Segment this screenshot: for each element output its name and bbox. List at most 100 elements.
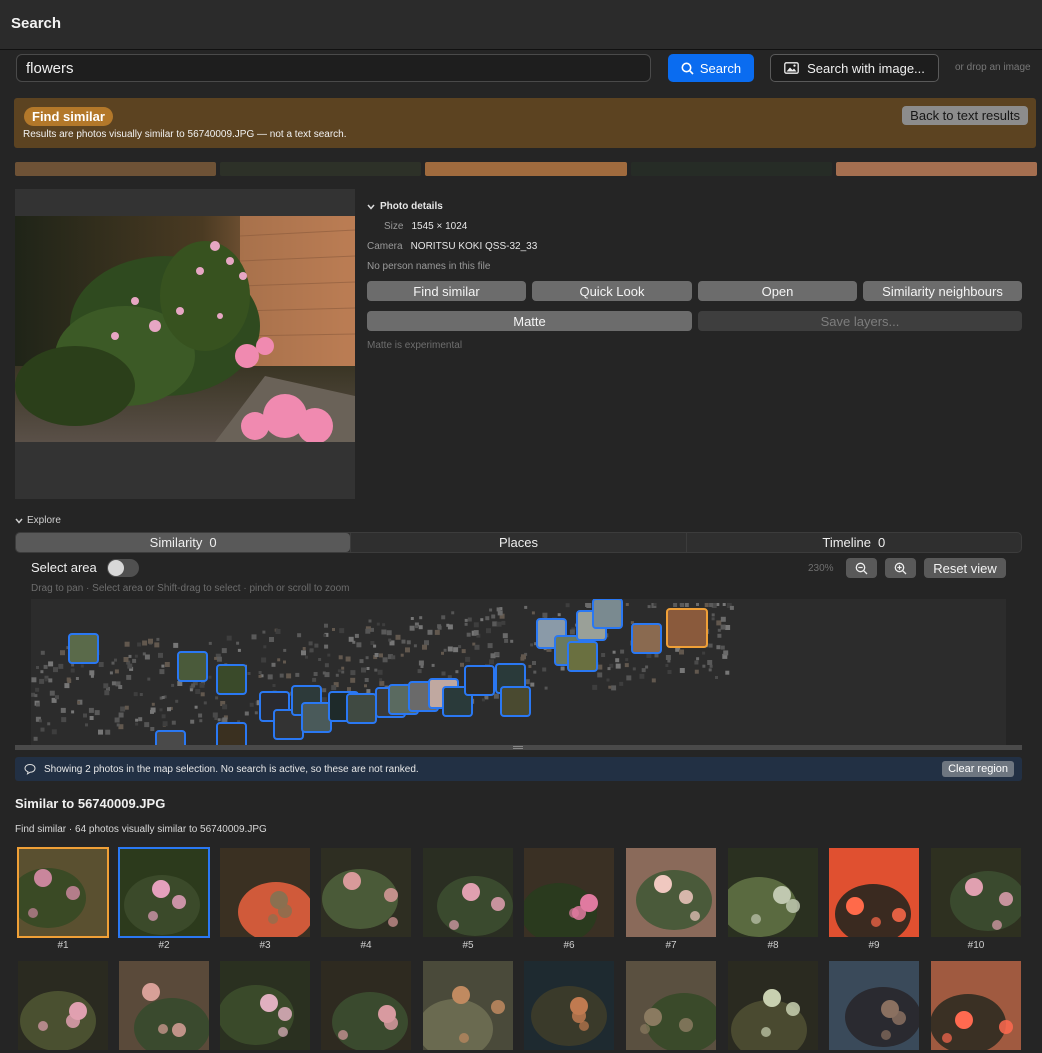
map-point <box>327 653 331 657</box>
select-area-toggle[interactable] <box>107 559 139 577</box>
thumbnail-image <box>18 961 108 1050</box>
map-point <box>324 623 328 628</box>
map-thumbnail[interactable] <box>301 702 332 733</box>
map-point <box>162 721 168 727</box>
reset-view-button[interactable]: Reset view <box>924 558 1006 578</box>
result-thumbnail[interactable] <box>18 961 108 1050</box>
tab-places[interactable]: Places <box>350 533 685 552</box>
map-point <box>702 651 706 655</box>
result-thumbnail[interactable] <box>17 847 109 938</box>
save-layers-button[interactable]: Save layers... <box>698 311 1022 331</box>
map-point <box>377 669 383 675</box>
map-point <box>492 621 498 627</box>
search-button[interactable]: Search <box>668 54 754 82</box>
map-thumbnail[interactable] <box>155 730 186 745</box>
result-rank-label: #7 <box>665 940 677 951</box>
thumbnail-image <box>626 848 716 937</box>
map-point <box>77 700 81 704</box>
map-point <box>532 661 536 665</box>
map-thumbnail[interactable] <box>68 633 99 664</box>
photo-details-disclosure[interactable]: Photo details <box>367 201 443 212</box>
map-thumbnail-selected[interactable] <box>666 608 708 648</box>
map-hint: Drag to pan · Select area or Shift-drag … <box>31 583 350 594</box>
map-thumbnail[interactable] <box>567 641 598 672</box>
result-thumbnail[interactable] <box>321 848 411 937</box>
similarity-map[interactable] <box>31 599 1006 745</box>
result-thumbnail[interactable] <box>118 847 210 938</box>
map-thumbnail[interactable] <box>464 665 495 696</box>
map-point <box>222 717 228 723</box>
search-with-image-button[interactable]: Search with image... <box>770 54 939 82</box>
result-thumbnail[interactable] <box>220 848 310 937</box>
photo-preview[interactable] <box>15 216 355 442</box>
tab-timeline[interactable]: Timeline 0 <box>685 533 1021 552</box>
explore-disclosure[interactable]: Explore <box>15 515 61 526</box>
map-point <box>199 682 205 688</box>
map-point <box>489 659 494 665</box>
map-point <box>667 670 672 674</box>
map-point <box>297 633 302 638</box>
map-thumbnail[interactable] <box>346 693 377 724</box>
result-thumbnail[interactable] <box>626 848 716 937</box>
map-point <box>679 649 684 655</box>
map-point <box>151 702 155 706</box>
map-point <box>190 719 195 724</box>
result-thumbnail[interactable] <box>728 848 818 937</box>
result-thumbnail[interactable] <box>524 961 614 1050</box>
map-thumbnail[interactable] <box>216 664 247 695</box>
result-thumbnail[interactable] <box>931 961 1021 1050</box>
map-point <box>388 638 392 642</box>
camera-row: Camera NORITSU KOKI QSS-32_33 <box>367 241 537 252</box>
find-similar-button[interactable]: Find similar <box>367 281 526 301</box>
map-point <box>533 670 537 674</box>
title-bar: Search <box>0 0 1042 50</box>
map-point <box>446 623 450 627</box>
map-point <box>409 625 415 631</box>
result-thumbnail[interactable] <box>321 961 411 1050</box>
map-point <box>410 617 414 620</box>
map-point <box>481 698 485 702</box>
result-thumbnail[interactable] <box>423 961 513 1050</box>
map-thumbnail[interactable] <box>216 722 247 745</box>
map-point <box>55 695 59 700</box>
select-area-label: Select area <box>31 560 97 575</box>
resize-handle[interactable] <box>15 745 1022 750</box>
tab-similarity[interactable]: Similarity 0 <box>16 533 351 552</box>
quick-look-button[interactable]: Quick Look <box>532 281 692 301</box>
zoom-in-button[interactable] <box>885 558 916 578</box>
map-point <box>364 678 369 682</box>
result-thumbnail[interactable] <box>931 848 1021 937</box>
map-point <box>370 641 375 645</box>
similarity-map-canvas[interactable] <box>31 599 1006 745</box>
open-button[interactable]: Open <box>698 281 857 301</box>
similarity-neighbours-button[interactable]: Similarity neighbours <box>863 281 1022 301</box>
back-to-text-results-button[interactable]: Back to text results <box>902 106 1028 125</box>
clear-region-button[interactable]: Clear region <box>942 761 1014 777</box>
result-thumbnail[interactable] <box>829 961 919 1050</box>
map-point <box>199 719 203 723</box>
map-thumbnail[interactable] <box>177 651 208 682</box>
map-point <box>510 639 514 643</box>
map-thumbnail[interactable] <box>631 623 662 654</box>
result-thumbnail[interactable] <box>829 848 919 937</box>
map-point <box>341 670 345 674</box>
map-point <box>723 650 729 656</box>
zoom-out-button[interactable] <box>846 558 877 578</box>
map-thumbnail[interactable] <box>592 599 623 629</box>
result-thumbnail[interactable] <box>626 961 716 1050</box>
map-point <box>35 702 40 707</box>
result-thumbnail[interactable] <box>220 961 310 1050</box>
map-thumbnail[interactable] <box>500 686 531 717</box>
map-point <box>70 668 75 673</box>
result-thumbnail[interactable] <box>524 848 614 937</box>
search-input[interactable] <box>16 54 651 82</box>
result-thumbnail[interactable] <box>728 961 818 1050</box>
matte-button[interactable]: Matte <box>367 311 692 331</box>
result-thumbnail[interactable] <box>423 848 513 937</box>
map-point <box>89 670 95 676</box>
map-point <box>626 675 632 681</box>
map-point <box>116 723 120 727</box>
result-thumbnail[interactable] <box>119 961 209 1050</box>
map-point <box>167 707 171 712</box>
zoom-level: 230% <box>808 563 834 574</box>
